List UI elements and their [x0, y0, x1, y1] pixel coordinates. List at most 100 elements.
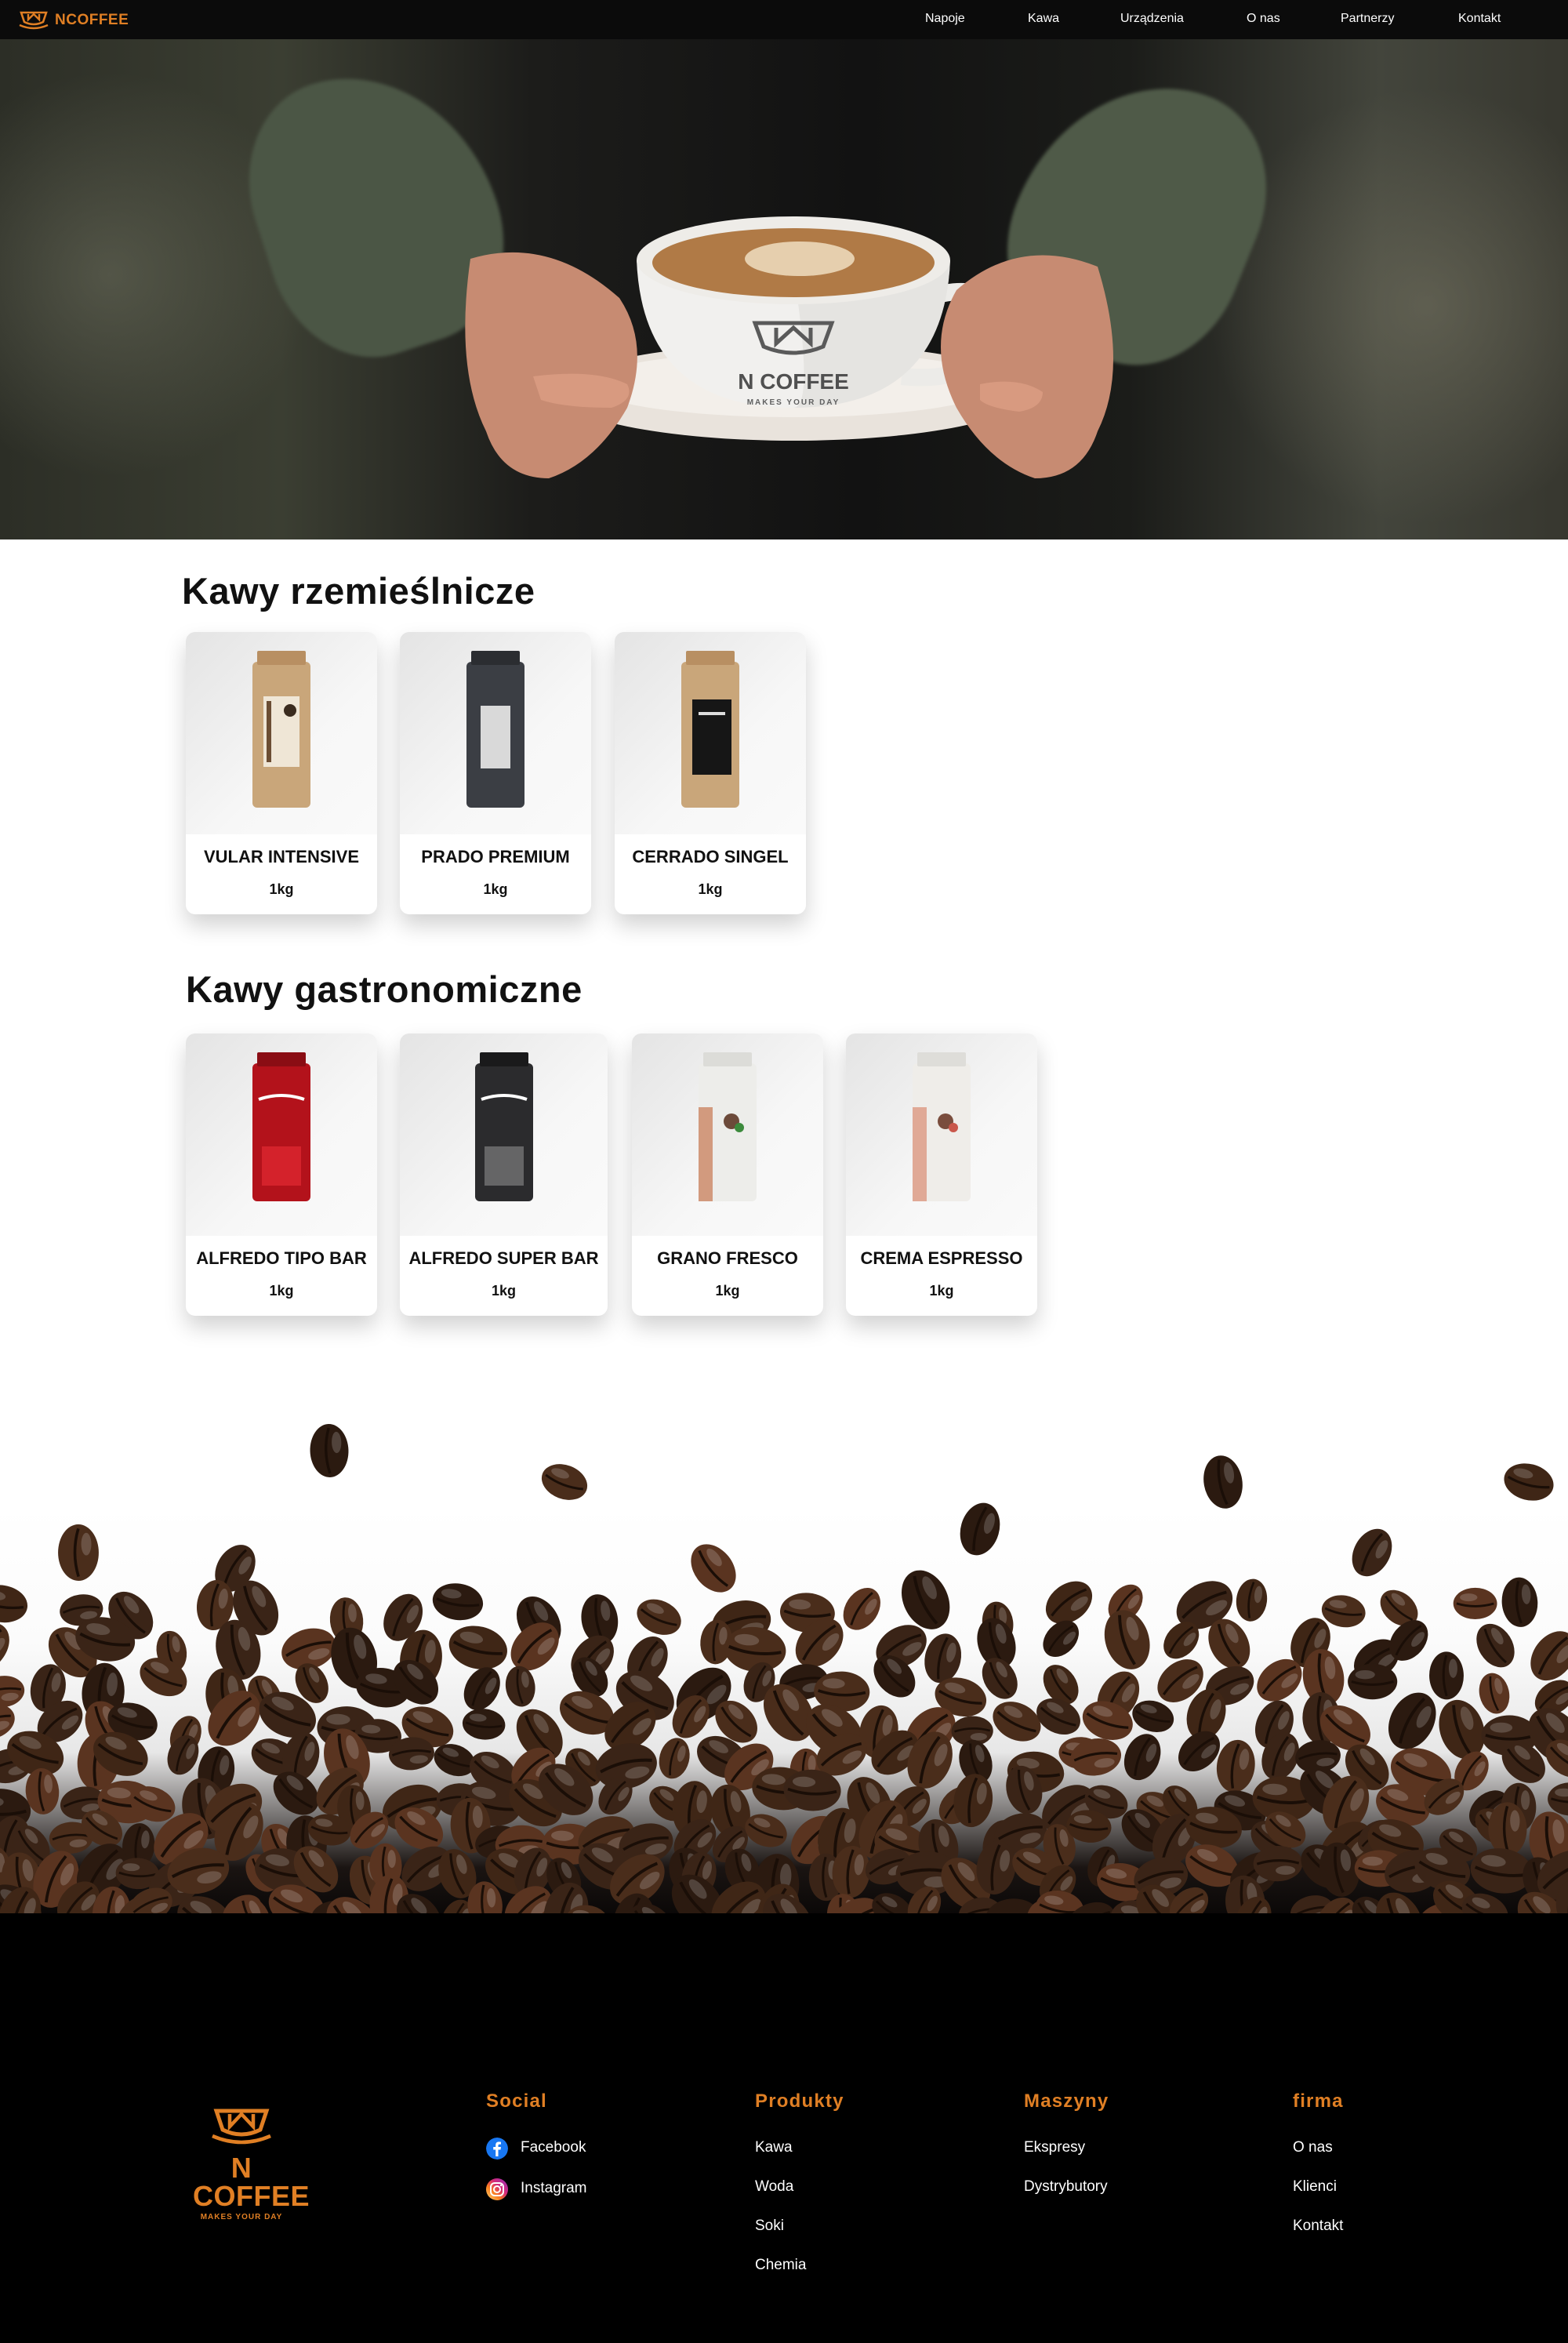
footer-link-kawa[interactable]: Kawa — [755, 2139, 793, 2156]
product-image — [846, 1033, 1037, 1236]
product-weight: 1kg — [929, 1283, 954, 1299]
product-card[interactable]: ALFREDO SUPER BAR 1kg — [400, 1033, 608, 1316]
coffee-bean — [843, 1588, 880, 1630]
nav-link-kawa[interactable]: Kawa — [1028, 12, 1059, 26]
coffee-bag-kraft-black-label-icon — [681, 651, 739, 808]
facebook-icon[interactable] — [486, 2138, 508, 2160]
nav-link-napoje[interactable]: Napoje — [925, 12, 965, 26]
coffee-bean — [1453, 1587, 1497, 1620]
cup-brand-text: N COFFEE — [738, 369, 849, 394]
product-name: ALFREDO TIPO BAR — [196, 1248, 367, 1268]
brand-logo[interactable]: NCOFFEE — [19, 9, 129, 31]
brand-name: NCOFFEE — [55, 12, 129, 28]
product-card[interactable]: VULAR INTENSIVE 1kg — [186, 632, 377, 914]
product-image — [632, 1033, 823, 1236]
coffee-beans-illustration — [0, 1424, 1568, 1945]
coffee-bean — [58, 1524, 99, 1581]
nav-link-partnerzy[interactable]: Partnerzy — [1341, 12, 1394, 26]
cup-and-hands-illustration: N COFFEE MAKES YOUR DAY — [465, 216, 1113, 478]
coffee-bean — [1476, 1623, 1515, 1668]
product-weight: 1kg — [269, 1283, 294, 1299]
footer-heading-maszyny: Maszyny — [1024, 2091, 1109, 2112]
coffee-bean — [1388, 1692, 1436, 1749]
product-weight: 1kg — [483, 881, 508, 897]
product-card[interactable]: CERRADO SINGEL 1kg — [615, 632, 806, 914]
coffee-bean — [659, 1738, 690, 1779]
nav-link-kontakt[interactable]: Kontakt — [1458, 12, 1501, 26]
footer-link-ekspresy[interactable]: Ekspresy — [1024, 2139, 1085, 2156]
footer-link-chemia[interactable]: Chemia — [755, 2257, 806, 2274]
footer-link-soki[interactable]: Soki — [755, 2218, 784, 2235]
product-image — [400, 1033, 608, 1236]
coffee-bean — [691, 1544, 736, 1593]
footer-link-facebook[interactable]: Facebook — [521, 2139, 586, 2156]
coffee-bean — [1236, 1578, 1268, 1622]
coffee-bean — [1548, 1782, 1568, 1816]
coffee-bean — [1104, 1610, 1150, 1669]
product-weight: 1kg — [698, 881, 723, 897]
footer-heading-firma: firma — [1293, 2091, 1344, 2112]
coffee-bean — [310, 1424, 349, 1477]
product-name: CERRADO SINGEL — [632, 847, 789, 866]
footer-link-dystrybutory[interactable]: Dystrybutory — [1024, 2178, 1108, 2196]
nav-links: Napoje Kawa Urządzenia O nas Partnerzy K… — [894, 0, 1568, 39]
coffee-bag-white-pink-icon — [913, 1052, 971, 1201]
coffee-bean — [0, 1622, 9, 1673]
product-name: GRANO FRESCO — [657, 1248, 798, 1268]
coffee-bag-kraft-icon — [252, 651, 310, 808]
footer-link-instagram[interactable]: Instagram — [521, 2180, 586, 2197]
footer-heading-social: Social — [486, 2091, 547, 2112]
hero-image: N COFFEE MAKES YOUR DAY — [0, 39, 1568, 539]
product-weight: 1kg — [491, 1283, 517, 1299]
coffee-bean — [637, 1599, 681, 1635]
product-image — [615, 632, 806, 834]
footer-logo[interactable]: N COFFEE MAKES YOUR DAY — [193, 2106, 310, 2221]
coffee-bean — [448, 1626, 507, 1669]
product-name: CREMA ESPRESSO — [860, 1248, 1023, 1268]
coffee-bean — [960, 1502, 1000, 1556]
product-card[interactable]: GRANO FRESCO 1kg — [632, 1033, 823, 1316]
coffee-bean — [432, 1583, 484, 1621]
coffee-bean — [1501, 1577, 1538, 1627]
coffee-bean — [1479, 1673, 1510, 1714]
section-title-craft: Kawy rzemieślnicze — [182, 570, 535, 612]
coffee-bag-white-copper-icon — [699, 1052, 757, 1201]
footer-link-klienci[interactable]: Klienci — [1293, 2178, 1337, 2196]
product-image — [400, 632, 591, 834]
coffee-bean — [462, 1709, 506, 1740]
cup-logo-icon — [212, 2109, 271, 2145]
product-name: ALFREDO SUPER BAR — [408, 1248, 599, 1268]
product-card[interactable]: PRADO PREMIUM 1kg — [400, 632, 591, 914]
product-name: VULAR INTENSIVE — [203, 847, 360, 866]
coffee-bean — [1123, 1734, 1161, 1781]
coffee-bean — [1216, 1739, 1255, 1793]
coffee-bean — [1352, 1528, 1392, 1577]
cup-tagline-text: MAKES YOUR DAY — [747, 398, 840, 407]
top-nav: NCOFFEE Napoje Kawa Urządzenia O nas Par… — [0, 0, 1568, 39]
product-card[interactable]: ALFREDO TIPO BAR 1kg — [186, 1033, 377, 1316]
coffee-bag-red-icon — [252, 1052, 310, 1201]
coffee-bean — [463, 1667, 500, 1710]
coffee-bean — [1504, 1463, 1554, 1501]
product-card[interactable]: CREMA ESPRESSO 1kg — [846, 1033, 1037, 1316]
coffee-bean — [1429, 1651, 1464, 1700]
footer-link-woda[interactable]: Woda — [755, 2178, 793, 2196]
instagram-icon[interactable] — [486, 2178, 508, 2200]
coffee-bag-dark-icon — [474, 1052, 533, 1201]
coffee-bean — [541, 1464, 588, 1500]
footer-heading-produkty: Produkty — [755, 2091, 844, 2112]
nav-link-o-nas[interactable]: O nas — [1247, 12, 1280, 26]
cup-logo-icon — [19, 11, 49, 30]
coffee-bean — [1203, 1455, 1243, 1509]
coffee-bean — [0, 1585, 28, 1623]
product-image — [186, 632, 377, 834]
coffee-bean — [993, 1702, 1041, 1742]
footer-link-o-nas[interactable]: O nas — [1293, 2139, 1333, 2156]
coffee-bean — [0, 1676, 25, 1708]
section-title-gastro: Kawy gastronomiczne — [186, 968, 583, 1010]
coffee-bean — [1348, 1663, 1398, 1700]
coffee-bag-black-icon — [466, 651, 524, 808]
coffee-beans-banner — [0, 1396, 1568, 1945]
footer-link-kontakt[interactable]: Kontakt — [1293, 2218, 1343, 2235]
nav-link-urzadzenia[interactable]: Urządzenia — [1120, 12, 1184, 26]
